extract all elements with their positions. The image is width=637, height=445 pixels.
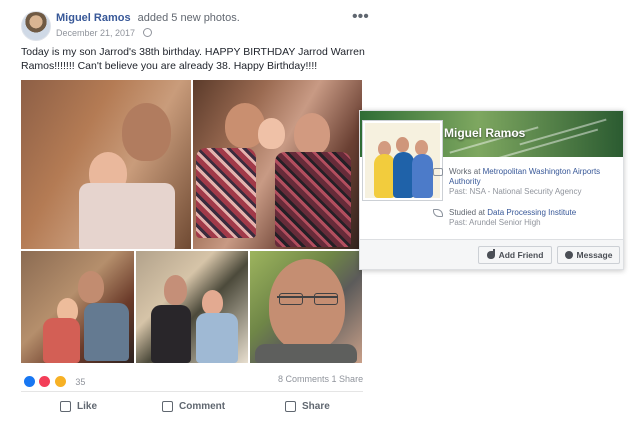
facebook-post: Miguel Ramos added 5 new photos. Decembe… — [0, 0, 372, 445]
message-button[interactable]: Message — [557, 246, 620, 264]
comment-share-stats: 8 Comments 1 Share — [278, 374, 363, 384]
photo-2-family-portrait[interactable] — [193, 80, 362, 249]
post-message: Today is my son Jarrod's 38th birthday. … — [21, 46, 365, 72]
public-globe-icon — [142, 28, 152, 37]
comments-link[interactable]: 8 Comments — [278, 374, 329, 384]
comment-icon — [162, 400, 173, 412]
study-prefix: Studied at — [449, 208, 488, 217]
post-action-text: added 5 new photos. — [137, 12, 240, 24]
add-friend-icon — [486, 249, 495, 259]
work-info: Works at Metropolitan Washington Airport… — [433, 167, 615, 197]
message-label: Message — [576, 250, 613, 260]
add-friend-button[interactable]: Add Friend — [478, 246, 552, 264]
hover-card-actions: Add Friend Message — [360, 239, 623, 269]
hover-card-name-link[interactable]: Miguel Ramos — [444, 126, 525, 140]
profile-hover-card: Miguel Ramos Works at Metropolitan Washi… — [359, 110, 624, 270]
comment-action-button[interactable]: Comment — [162, 398, 225, 414]
post-date-row: December 21, 2017 — [56, 28, 152, 38]
love-reaction-icon — [38, 375, 52, 389]
education-info: Studied at Data Processing Institute Pas… — [433, 208, 615, 228]
like-action-button[interactable]: Like — [60, 398, 97, 414]
post-date-link[interactable]: December 21, 2017 — [56, 28, 135, 38]
work-briefcase-icon — [433, 168, 443, 176]
comment-label: Comment — [179, 400, 226, 412]
author-avatar[interactable] — [21, 11, 51, 41]
wow-reaction-icon — [53, 375, 67, 389]
past-work: Past: NSA - National Security Agency — [449, 187, 582, 196]
shares-link[interactable]: 1 Share — [332, 374, 364, 384]
past-school: Past: Arundel Senior High — [449, 218, 541, 227]
school-link[interactable]: Data Processing Institute — [487, 208, 576, 217]
profile-picture[interactable] — [363, 121, 442, 200]
photo-5-jarrod-closeup[interactable] — [250, 251, 362, 363]
message-icon — [564, 251, 573, 259]
photo-4-adult-son-and-woman-by-tree[interactable] — [136, 251, 248, 363]
like-reaction-icon — [23, 375, 36, 389]
share-icon — [285, 400, 296, 412]
more-options-icon[interactable]: ••• — [352, 8, 369, 26]
work-prefix: Works at — [449, 167, 483, 176]
add-friend-label: Add Friend — [498, 250, 544, 260]
education-cap-icon — [433, 209, 443, 217]
post-header: Miguel Ramos added 5 new photos. — [56, 12, 240, 24]
author-name-link[interactable]: Miguel Ramos — [56, 12, 131, 24]
like-label: Like — [77, 400, 98, 412]
reaction-summary[interactable]: 35 — [23, 373, 86, 389]
photo-3-father-and-boy-on-couch[interactable] — [21, 251, 134, 363]
reaction-count: 35 — [75, 376, 86, 387]
photo-1-father-holding-baby[interactable] — [21, 80, 191, 249]
share-action-button[interactable]: Share — [285, 398, 330, 414]
reaction-divider — [21, 391, 363, 392]
like-icon — [60, 400, 71, 412]
share-label: Share — [302, 400, 330, 412]
